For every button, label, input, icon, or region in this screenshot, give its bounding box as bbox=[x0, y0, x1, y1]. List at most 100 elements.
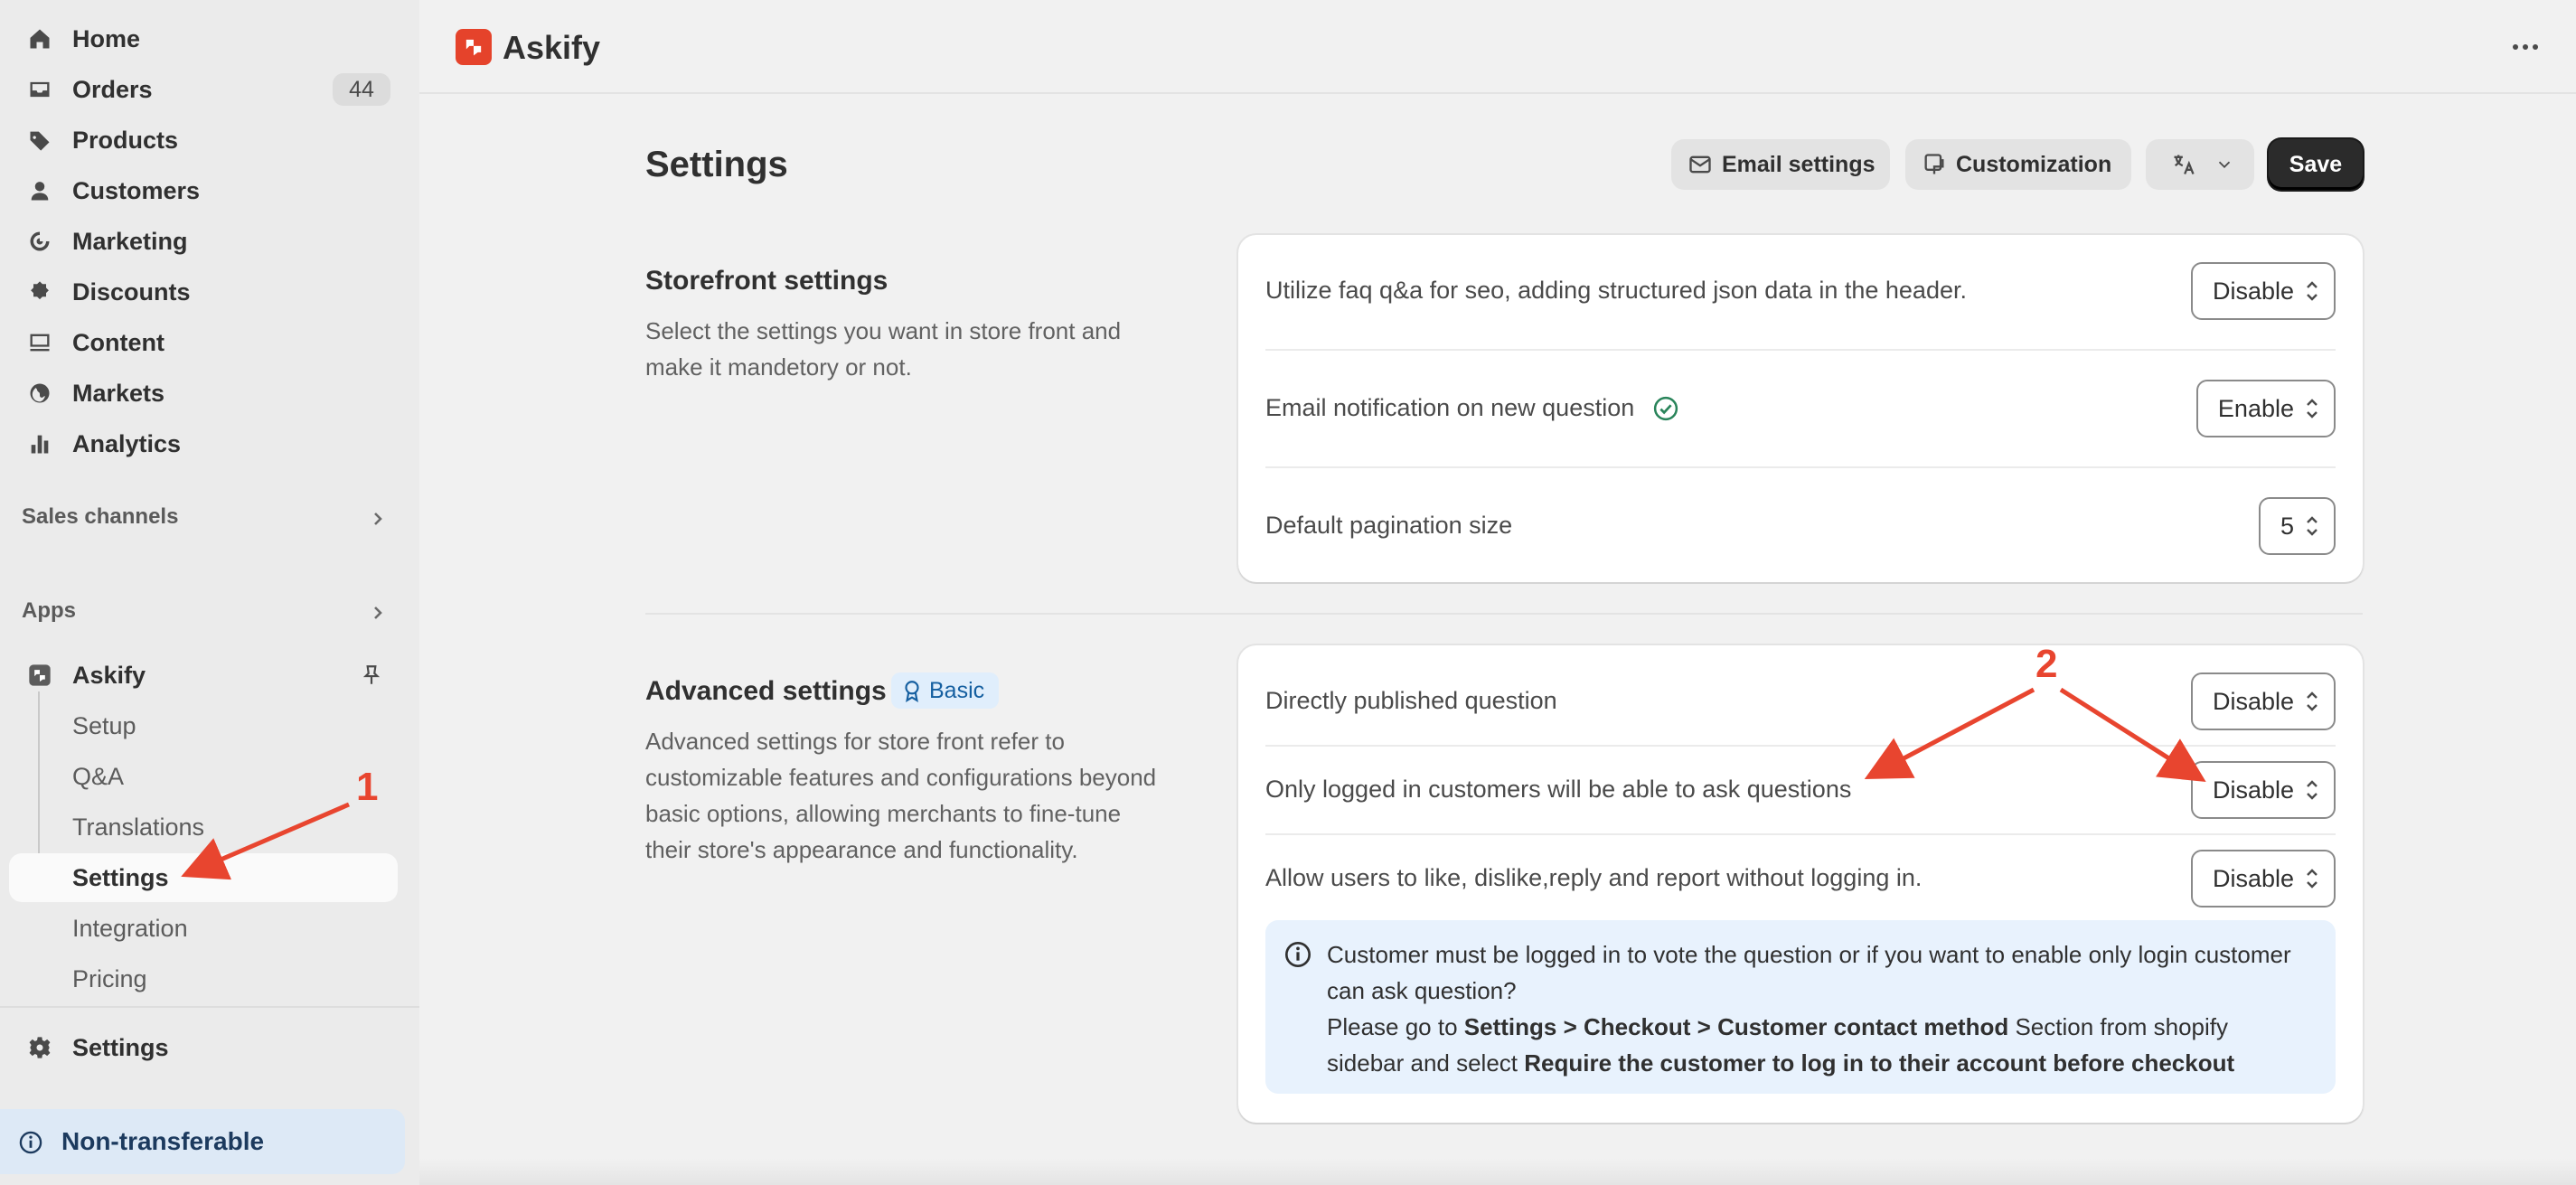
advanced-settings-description: Advanced settings for store front refer … bbox=[645, 728, 1157, 863]
apps-heading[interactable]: Apps bbox=[22, 598, 76, 624]
anonymous-actions-select[interactable]: Disable bbox=[2190, 850, 2336, 908]
chevron-down-icon bbox=[2218, 161, 2231, 169]
customization-label: Customization bbox=[1956, 151, 2112, 177]
select-value: 5 bbox=[2280, 512, 2294, 540]
seo-setting-label: Utilize faq q&a for seo, adding structur… bbox=[1265, 277, 1967, 304]
paint-icon bbox=[1924, 154, 1944, 174]
pagination-size-select[interactable]: 5 bbox=[2258, 497, 2336, 555]
app-topbar: Askify bbox=[419, 0, 2576, 94]
non-transferable-banner[interactable]: Non-transferable bbox=[0, 1109, 405, 1174]
sub-item-pricing[interactable]: Pricing bbox=[9, 955, 398, 1003]
sub-item-label: Integration bbox=[72, 914, 188, 942]
info-text: Please go to bbox=[1327, 1013, 1464, 1040]
email-settings-button[interactable]: Email settings bbox=[1671, 139, 1890, 190]
discount-icon bbox=[27, 279, 52, 305]
setting-row-label: Directly published question bbox=[1265, 687, 1557, 715]
annotation-label-1: 1 bbox=[356, 765, 379, 809]
chevron-right-icon[interactable] bbox=[369, 510, 387, 528]
nav-products[interactable]: Products bbox=[9, 116, 398, 165]
logged-in-only-select[interactable]: Disable bbox=[2190, 761, 2336, 819]
nav-home[interactable]: Home bbox=[9, 14, 398, 63]
language-select-button[interactable] bbox=[2146, 139, 2254, 190]
nav-label: Analytics bbox=[72, 429, 182, 457]
gear-icon bbox=[27, 1035, 52, 1060]
select-arrows-icon bbox=[2307, 516, 2317, 536]
storefront-settings-description: Select the settings you want in store fr… bbox=[645, 317, 1122, 381]
nav-label: Content bbox=[72, 328, 165, 356]
nav-analytics[interactable]: Analytics bbox=[9, 419, 398, 468]
sub-item-translations[interactable]: Translations bbox=[9, 803, 398, 851]
sub-item-label: Setup bbox=[72, 711, 136, 739]
nav-marketing[interactable]: Marketing bbox=[9, 217, 398, 266]
home-icon bbox=[27, 26, 52, 52]
tag-icon bbox=[27, 127, 52, 153]
logged-in-only-label: Only logged in customers will be able to… bbox=[1265, 776, 1852, 803]
chevron-right-icon[interactable] bbox=[369, 604, 387, 622]
dot-icon bbox=[2523, 44, 2528, 50]
email-notification-label: Email notification on new question bbox=[1265, 394, 1635, 421]
globe-icon bbox=[27, 381, 52, 406]
email-settings-label: Email settings bbox=[1722, 151, 1876, 177]
seo-setting-select[interactable]: Disable bbox=[2190, 262, 2336, 320]
storefront-settings-card: Utilize faq q&a for seo, adding structur… bbox=[1238, 235, 2363, 582]
select-arrows-icon bbox=[2307, 780, 2317, 800]
nav-label: Orders bbox=[72, 75, 153, 103]
nav-label: Customers bbox=[72, 176, 201, 204]
award-icon bbox=[905, 681, 919, 702]
nav-label: Discounts bbox=[72, 277, 191, 306]
dot-icon bbox=[2533, 44, 2538, 50]
mail-icon bbox=[1689, 155, 1711, 174]
person-icon bbox=[27, 178, 52, 203]
nav-content[interactable]: Content bbox=[9, 318, 398, 367]
sales-channels-heading[interactable]: Sales channels bbox=[22, 504, 178, 530]
sub-item-label: Settings bbox=[72, 863, 169, 891]
sub-item-label: Q&A bbox=[72, 762, 125, 790]
nav-app-askify[interactable]: Askify bbox=[9, 651, 398, 700]
non-transferable-label: Non-transferable bbox=[61, 1127, 265, 1155]
content-icon bbox=[27, 330, 52, 355]
select-value: Disable bbox=[2212, 776, 2294, 804]
plan-badge-label: Basic bbox=[929, 677, 985, 703]
orders-icon bbox=[27, 77, 52, 102]
advanced-settings-title: Advanced settings bbox=[645, 676, 887, 706]
nav-orders[interactable]: Orders 44 bbox=[9, 65, 398, 114]
select-value: Disable bbox=[2212, 864, 2294, 892]
nav-markets[interactable]: Markets bbox=[9, 369, 398, 418]
select-arrows-icon bbox=[2307, 399, 2317, 419]
sub-item-integration[interactable]: Integration bbox=[9, 904, 398, 953]
nav-label: Products bbox=[72, 126, 179, 154]
more-actions-button[interactable] bbox=[2507, 31, 2543, 63]
nav-label: Marketing bbox=[72, 227, 188, 255]
select-value: Disable bbox=[2212, 277, 2294, 305]
save-button[interactable]: Save bbox=[2269, 139, 2363, 190]
app-title: Askify bbox=[503, 29, 601, 66]
nav-discounts[interactable]: Discounts bbox=[9, 268, 398, 316]
select-arrows-icon bbox=[2307, 869, 2317, 889]
setting-row-label: Default pagination size bbox=[1265, 512, 1512, 540]
sub-item-setup[interactable]: Setup bbox=[9, 701, 398, 750]
sub-item-label: Translations bbox=[72, 813, 205, 841]
select-value: Disable bbox=[2212, 687, 2294, 715]
check-circle-icon bbox=[1654, 396, 1678, 420]
annotation-label-2: 2 bbox=[2035, 642, 2058, 686]
pin-icon[interactable] bbox=[360, 663, 383, 687]
nav-label: Askify bbox=[72, 661, 146, 689]
info-path: Settings > Checkout > Customer contact m… bbox=[1463, 1013, 2009, 1040]
sub-item-settings[interactable]: Settings bbox=[9, 853, 398, 902]
bar-chart-icon bbox=[27, 431, 52, 456]
email-notification-select[interactable]: Enable bbox=[2195, 380, 2336, 437]
customization-button[interactable]: Customization bbox=[1905, 139, 2131, 190]
target-icon bbox=[27, 229, 52, 254]
nav-customers[interactable]: Customers bbox=[9, 166, 398, 215]
row-divider bbox=[1265, 745, 2336, 747]
pagination-size-label: Default pagination size bbox=[1265, 512, 1513, 539]
sub-item-qa[interactable]: Q&A bbox=[9, 752, 398, 801]
translate-icon bbox=[2174, 155, 2195, 174]
nav-settings[interactable]: Settings bbox=[9, 1023, 398, 1072]
section-divider bbox=[645, 613, 2363, 615]
storefront-settings-title: Storefront settings bbox=[645, 266, 888, 296]
info-text-line2: Please go to Settings > Checkout > Custo… bbox=[1327, 1009, 2308, 1081]
sidebar: Home Orders 44 Products Customers Market… bbox=[0, 0, 419, 1185]
direct-publish-select[interactable]: Disable bbox=[2190, 672, 2336, 730]
direct-publish-label: Directly published question bbox=[1265, 687, 1557, 714]
